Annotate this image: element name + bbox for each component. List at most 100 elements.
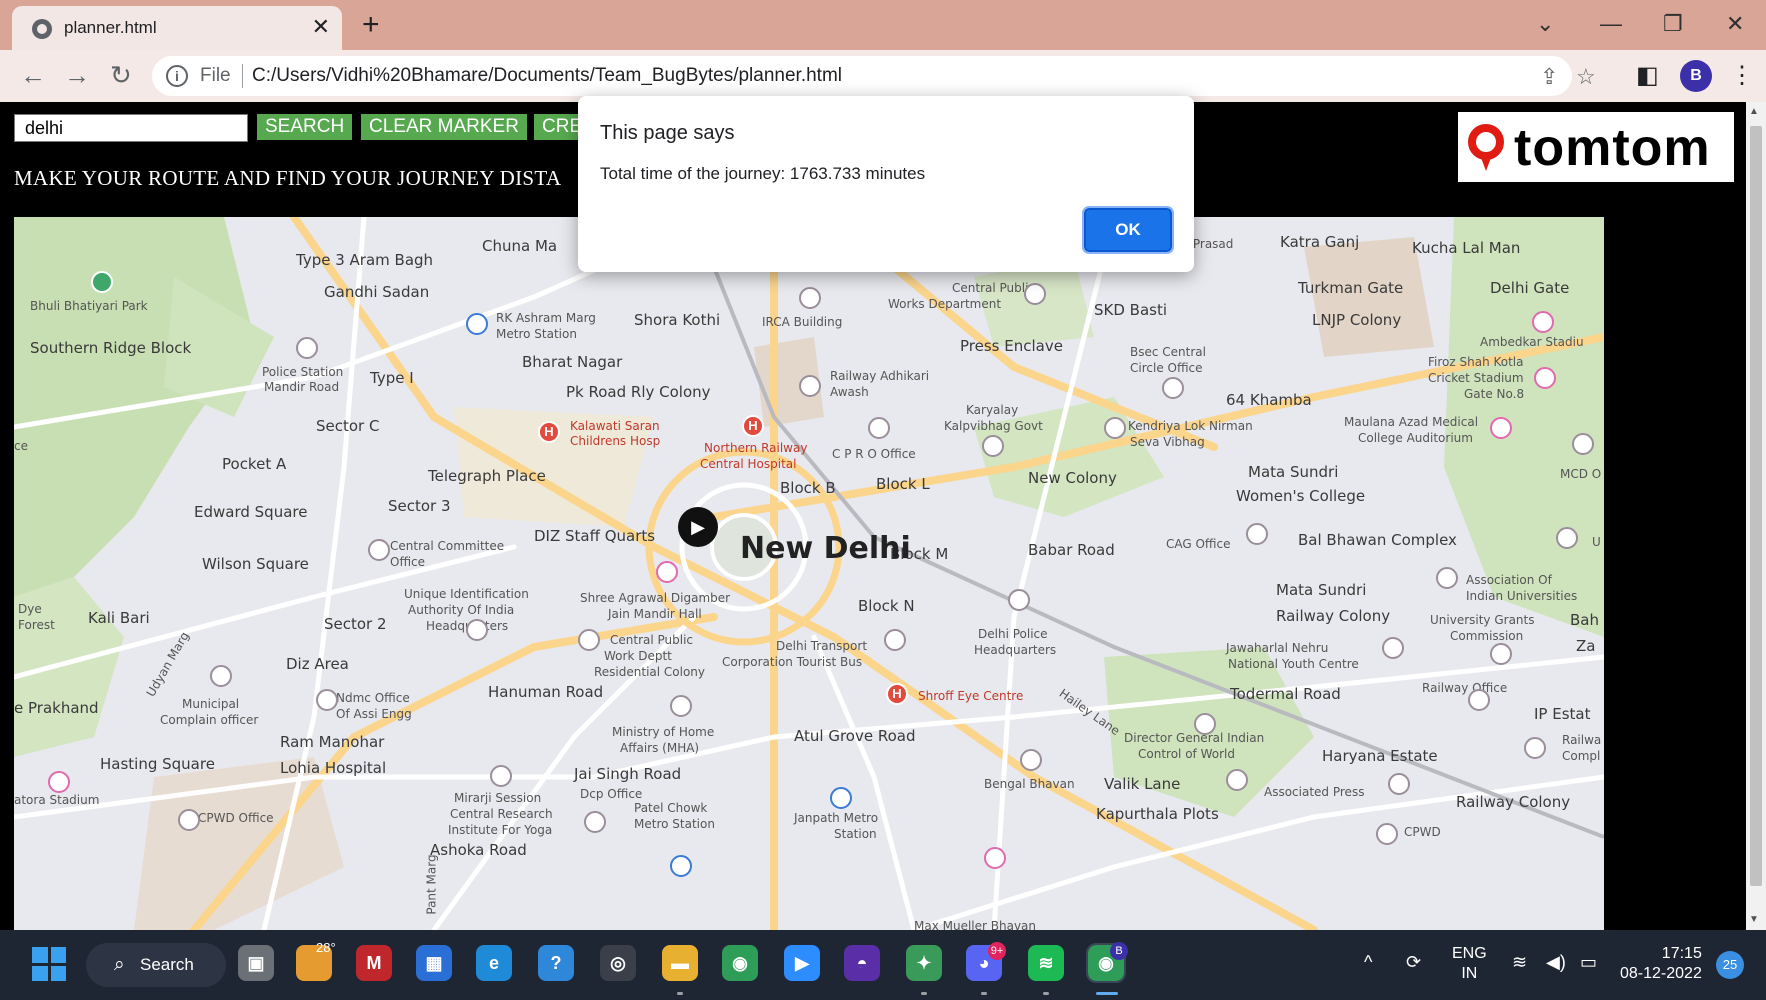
police-pin-icon[interactable] xyxy=(296,337,318,359)
building-pin-icon[interactable] xyxy=(1104,417,1126,439)
edge-icon[interactable]: e xyxy=(476,945,512,981)
building-pin-icon[interactable] xyxy=(316,689,338,711)
building-pin-icon[interactable] xyxy=(1376,823,1398,845)
building-pin-icon[interactable] xyxy=(1194,713,1216,735)
chatgpt-icon[interactable]: ◎ xyxy=(600,945,636,981)
mcafee-icon[interactable]: M xyxy=(356,945,392,981)
github-icon[interactable]: ◓ xyxy=(844,945,880,981)
atom-icon[interactable]: ✦ xyxy=(906,945,942,981)
metro-pin-icon[interactable] xyxy=(670,855,692,877)
menu-kebab-icon[interactable]: ⋮ xyxy=(1730,62,1754,90)
building-pin-icon[interactable] xyxy=(1246,523,1268,545)
location-marker-icon[interactable]: ▶ xyxy=(678,507,718,547)
map-poi-label: RK Ashram Marg xyxy=(496,311,596,325)
sync-icon[interactable]: ⟳ xyxy=(1406,952,1421,973)
map-label: SKD Basti xyxy=(1094,301,1168,319)
building-pin-icon[interactable] xyxy=(799,375,821,397)
new-tab-button[interactable]: + xyxy=(362,8,380,42)
scroll-up-icon[interactable]: ▲ xyxy=(1749,106,1759,117)
clear-marker-button[interactable]: CLEAR MARKER xyxy=(361,114,527,140)
building-pin-icon[interactable] xyxy=(868,417,890,439)
ok-button[interactable]: OK xyxy=(1082,206,1174,254)
site-info-icon[interactable]: i xyxy=(166,65,188,87)
notification-badge[interactable]: 25 xyxy=(1716,951,1744,979)
building-pin-icon[interactable] xyxy=(1556,527,1578,549)
building-pin-icon[interactable] xyxy=(1388,773,1410,795)
share-icon[interactable]: ⇪ xyxy=(1540,64,1558,90)
clock[interactable]: 17:15 08-12-2022 xyxy=(1620,944,1702,984)
address-bar[interactable]: i File C:/Users/Vidhi%20Bhamare/Document… xyxy=(152,56,1596,96)
building-pin-icon[interactable] xyxy=(178,809,200,831)
reload-icon[interactable]: ↻ xyxy=(110,60,132,90)
building-pin-icon[interactable] xyxy=(1572,433,1594,455)
building-pin-icon[interactable] xyxy=(578,629,600,651)
file-explorer-icon[interactable]: ▬ xyxy=(662,945,698,981)
stadium-pin-icon[interactable] xyxy=(1532,311,1554,333)
culture-pin-icon[interactable] xyxy=(984,847,1006,869)
back-arrow-icon[interactable]: ← xyxy=(20,60,46,90)
building-pin-icon[interactable] xyxy=(1524,737,1546,759)
language-indicator[interactable]: ENG IN xyxy=(1452,944,1487,984)
building-pin-icon[interactable] xyxy=(799,287,821,309)
minimize-icon[interactable]: — xyxy=(1600,6,1622,42)
scroll-down-icon[interactable]: ▼ xyxy=(1749,914,1759,925)
metro-pin-icon[interactable] xyxy=(466,313,488,335)
battery-icon[interactable]: ▭ xyxy=(1580,952,1597,973)
zoom-icon[interactable]: ▶ xyxy=(784,945,820,981)
wifi-icon[interactable]: ≋ xyxy=(1512,952,1527,973)
side-panel-icon[interactable]: ◧ xyxy=(1636,62,1659,90)
browser-tab[interactable]: planner.html ✕ xyxy=(12,6,342,50)
map-label: Railway Colony xyxy=(1456,793,1571,811)
building-pin-icon[interactable] xyxy=(466,619,488,641)
map-canvas[interactable]: Type 3 Aram Bagh Gandhi Sadan Chuna Ma S… xyxy=(14,217,1604,930)
hospital-pin-icon[interactable]: H xyxy=(742,415,764,437)
building-pin-icon[interactable] xyxy=(1436,567,1458,589)
building-pin-icon[interactable] xyxy=(490,765,512,787)
help-icon[interactable]: ? xyxy=(538,945,574,981)
restore-icon[interactable]: ❐ xyxy=(1663,6,1683,42)
building-pin-icon[interactable] xyxy=(982,435,1004,457)
college-pin-icon[interactable] xyxy=(1490,417,1512,439)
stadium-pin-icon[interactable] xyxy=(1534,367,1556,389)
windows-start-icon[interactable] xyxy=(32,947,66,981)
building-pin-icon[interactable] xyxy=(1162,377,1184,399)
park-pin-icon[interactable] xyxy=(91,271,113,293)
location-search-input[interactable] xyxy=(14,114,248,142)
building-pin-icon[interactable] xyxy=(368,539,390,561)
bookmark-star-icon[interactable]: ☆ xyxy=(1576,64,1596,90)
task-view-icon[interactable]: ▣ xyxy=(238,945,274,981)
police-pin-icon[interactable] xyxy=(584,811,606,833)
close-tab-icon[interactable]: ✕ xyxy=(312,15,330,39)
building-pin-icon[interactable] xyxy=(1382,637,1404,659)
building-pin-icon[interactable] xyxy=(1226,769,1248,791)
taskbar-search[interactable]: ⌕ Search xyxy=(86,943,226,987)
map-label: Shora Kothi xyxy=(634,311,721,329)
map-poi-label: Jain Mandir Hall xyxy=(608,607,702,621)
building-pin-icon[interactable] xyxy=(1024,283,1046,305)
building-pin-icon[interactable] xyxy=(1468,689,1490,711)
search-button[interactable]: SEARCH xyxy=(257,114,353,140)
close-window-icon[interactable]: ✕ xyxy=(1726,6,1744,42)
police-pin-icon[interactable] xyxy=(1008,589,1030,611)
hospital-pin-icon[interactable]: H xyxy=(538,421,560,443)
stadium-pin-icon[interactable] xyxy=(48,771,70,793)
spotify-icon[interactable]: ≋ xyxy=(1028,945,1064,981)
tray-chevron-icon[interactable]: ^ xyxy=(1364,952,1372,973)
hospital-pin-icon[interactable]: H xyxy=(886,683,908,705)
scrollbar-thumb[interactable] xyxy=(1750,126,1762,886)
chrome-icon[interactable]: ◉ xyxy=(722,945,758,981)
forward-arrow-icon[interactable]: → xyxy=(64,60,90,90)
temple-pin-icon[interactable] xyxy=(656,561,678,583)
bus-pin-icon[interactable] xyxy=(884,629,906,651)
building-pin-icon[interactable] xyxy=(1020,749,1042,771)
profile-avatar[interactable]: B xyxy=(1680,60,1712,92)
building-pin-icon[interactable] xyxy=(1490,643,1512,665)
tab-search-chevron-icon[interactable]: ⌄ xyxy=(1536,6,1554,42)
url-text[interactable]: C:/Users/Vidhi%20Bhamare/Documents/Team_… xyxy=(252,65,842,87)
metro-pin-icon[interactable] xyxy=(830,787,852,809)
volume-icon[interactable]: ◀) xyxy=(1546,952,1566,973)
building-pin-icon[interactable] xyxy=(670,695,692,717)
store-icon[interactable]: ▦ xyxy=(416,945,452,981)
building-pin-icon[interactable] xyxy=(210,665,232,687)
page-scrollbar[interactable]: ▲ ▼ xyxy=(1746,102,1766,930)
